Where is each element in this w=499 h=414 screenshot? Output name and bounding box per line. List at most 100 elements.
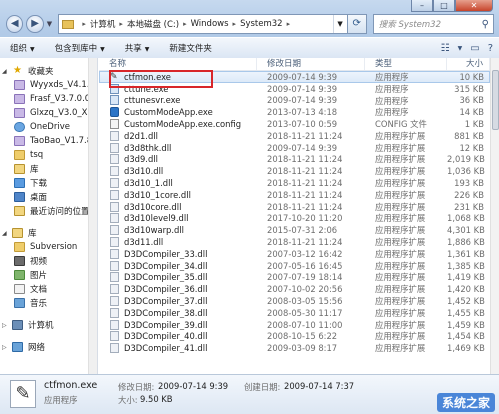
file-name-cell[interactable]: D3DCompiler_39.dll xyxy=(99,319,257,330)
sidebar-item-tsq[interactable]: tsq xyxy=(0,148,97,162)
file-row[interactable]: d3d8thk.dll 2009-07-14 9:39 应用程序扩展 12 KB xyxy=(99,142,490,154)
column-header-size[interactable]: 大小 xyxy=(447,58,490,70)
refresh-button[interactable]: ⟳ xyxy=(347,14,367,34)
column-header-type[interactable]: 类型 xyxy=(365,58,447,70)
file-name-cell[interactable]: D3DCompiler_33.dll xyxy=(99,248,257,259)
sidebar-item-frasf[interactable]: Frasf_V3.7.0.0_X xyxy=(0,92,97,106)
file-row[interactable]: CustomModeApp.exe 2013-07-13 4:18 应用程序 14 K… xyxy=(99,106,490,118)
share-menu[interactable]: 共享 ▼ xyxy=(115,42,160,54)
file-name-cell[interactable]: CustomModeApp.exe.config xyxy=(99,119,257,130)
breadcrumb-computer[interactable]: 计算机 xyxy=(90,18,116,30)
file-name-cell[interactable]: D3DCompiler_36.dll xyxy=(99,284,257,295)
file-row[interactable]: d3d10_1core.dll 2018-11-21 11:24 应用程序扩展 226… xyxy=(99,189,490,201)
file-name-cell[interactable]: d3d10level9.dll xyxy=(99,213,257,224)
sidebar-computer[interactable]: ▷ 计算机 xyxy=(0,318,97,332)
file-name-cell[interactable]: d3d10_1.dll xyxy=(99,178,257,189)
close-button[interactable]: ✕ xyxy=(455,0,493,12)
sidebar-item-taobao[interactable]: TaoBao_V1.7.8. xyxy=(0,134,97,148)
help-icon[interactable]: ? xyxy=(488,43,493,54)
file-row[interactable]: D3DCompiler_33.dll 2007-03-12 16:42 应用程序扩展… xyxy=(99,248,490,260)
sidebar-network[interactable]: ▷ 网络 xyxy=(0,340,97,354)
address-history-dropdown[interactable]: ▼ xyxy=(332,15,347,33)
file-name-cell[interactable]: CustomModeApp.exe xyxy=(99,107,257,118)
file-row[interactable]: d3d10core.dll 2018-11-21 11:24 应用程序扩展 231 K… xyxy=(99,201,490,213)
file-name-cell[interactable]: D3DCompiler_41.dll xyxy=(99,343,257,354)
file-name-cell[interactable]: d3d10.dll xyxy=(99,166,257,177)
file-row[interactable]: D3DCompiler_40.dll 2008-10-15 6:22 应用程序扩展 1… xyxy=(99,331,490,343)
file-row[interactable]: cttune.exe 2009-07-14 9:39 应用程序 315 KB xyxy=(99,83,490,95)
file-row[interactable]: cttunesvr.exe 2009-07-14 9:39 应用程序 36 KB xyxy=(99,95,490,107)
file-name-cell[interactable]: d3d8thk.dll xyxy=(99,142,257,153)
sidebar-item-wyyxds[interactable]: Wyyxds_V4.1.1. xyxy=(0,78,97,92)
file-name-cell[interactable]: ✎ ctfmon.exe xyxy=(99,72,257,82)
sidebar-item-downloads[interactable]: 下载 xyxy=(0,176,97,190)
file-row[interactable]: d3d10warp.dll 2015-07-31 2:06 应用程序扩展 4,301 … xyxy=(99,224,490,236)
expand-arrow-icon[interactable]: ▷ xyxy=(2,322,12,329)
file-row[interactable]: d3d10_1.dll 2018-11-21 11:24 应用程序扩展 193 KB xyxy=(99,177,490,189)
file-row[interactable]: d3d11.dll 2018-11-21 11:24 应用程序扩展 1,886 KB xyxy=(99,236,490,248)
sidebar-scrollbar[interactable] xyxy=(88,58,97,374)
preview-pane-icon[interactable]: ▭ xyxy=(470,43,479,54)
sidebar-item-library-shortcut[interactable]: 库 xyxy=(0,162,97,176)
sidebar-item-subversion[interactable]: Subversion xyxy=(0,240,97,254)
file-row[interactable]: D3DCompiler_38.dll 2008-05-30 11:17 应用程序扩展… xyxy=(99,307,490,319)
file-row[interactable]: d2d1.dll 2018-11-21 11:24 应用程序扩展 881 KB xyxy=(99,130,490,142)
view-dropdown-icon[interactable]: ▼ xyxy=(458,45,463,52)
organize-menu[interactable]: 组织 ▼ xyxy=(0,42,45,54)
sidebar-item-music[interactable]: 音乐 xyxy=(0,296,97,310)
file-name-cell[interactable]: D3DCompiler_35.dll xyxy=(99,272,257,283)
file-name-cell[interactable]: d3d11.dll xyxy=(99,237,257,248)
sidebar-item-videos[interactable]: 视频 xyxy=(0,254,97,268)
file-row[interactable]: d3d10.dll 2018-11-21 11:24 应用程序扩展 1,036 KB xyxy=(99,165,490,177)
file-row[interactable]: D3DCompiler_39.dll 2008-07-10 11:00 应用程序扩展… xyxy=(99,319,490,331)
expand-arrow-icon[interactable]: ▷ xyxy=(2,344,12,351)
file-name-cell[interactable]: d3d10core.dll xyxy=(99,201,257,212)
new-folder-button[interactable]: 新建文件夹 xyxy=(159,42,222,54)
sidebar-item-onedrive[interactable]: OneDrive xyxy=(0,120,97,134)
file-list-scrollbar[interactable] xyxy=(490,58,499,374)
forward-button[interactable]: ▶ xyxy=(26,15,44,33)
file-row[interactable]: ✎ ctfmon.exe 2009-07-14 9:39 应用程序 10 KB xyxy=(99,71,490,83)
sidebar-item-documents[interactable]: 文档 xyxy=(0,282,97,296)
column-header-date[interactable]: 修改日期 xyxy=(257,58,365,70)
sidebar-favorites[interactable]: ◢ ★ 收藏夹 xyxy=(0,64,97,78)
file-row[interactable]: d3d9.dll 2018-11-21 11:24 应用程序扩展 2,019 KB xyxy=(99,154,490,166)
sidebar-item-pictures[interactable]: 图片 xyxy=(0,268,97,282)
include-in-library-menu[interactable]: 包含到库中 ▼ xyxy=(45,42,115,54)
sidebar-libraries[interactable]: ◢ 库 xyxy=(0,226,97,240)
search-input[interactable]: 搜索 System32 ⚲ xyxy=(372,14,494,34)
breadcrumb-windows[interactable]: Windows xyxy=(191,19,229,29)
scrollbar-thumb[interactable] xyxy=(492,70,499,130)
back-button[interactable]: ◀ xyxy=(6,15,24,33)
breadcrumb-local-disk[interactable]: 本地磁盘 (C:) xyxy=(127,18,179,30)
sidebar-item-recent-places[interactable]: 最近访问的位置 xyxy=(0,204,97,218)
minimize-button[interactable]: – xyxy=(411,0,433,12)
file-name-cell[interactable]: D3DCompiler_40.dll xyxy=(99,331,257,342)
file-name-cell[interactable]: d2d1.dll xyxy=(99,130,257,141)
search-icon[interactable]: ⚲ xyxy=(482,19,489,30)
sidebar-item-glxzq[interactable]: Glxzq_V3.0_XiTo xyxy=(0,106,97,120)
file-row[interactable]: D3DCompiler_36.dll 2007-10-02 20:56 应用程序扩展… xyxy=(99,283,490,295)
file-name-cell[interactable]: d3d9.dll xyxy=(99,154,257,165)
file-name-cell[interactable]: D3DCompiler_38.dll xyxy=(99,307,257,318)
maximize-button[interactable]: □ xyxy=(433,0,455,12)
expand-arrow-icon[interactable]: ◢ xyxy=(2,68,12,75)
file-row[interactable]: CustomModeApp.exe.config 2013-07-10 0:59 C… xyxy=(99,118,490,130)
address-bar[interactable]: ▸ 计算机 ▸ 本地磁盘 (C:) ▸ Windows ▸ System32 ▸… xyxy=(58,14,348,34)
file-row[interactable]: d3d10level9.dll 2017-10-20 11:20 应用程序扩展 1,0… xyxy=(99,213,490,225)
expand-arrow-icon[interactable]: ◢ xyxy=(2,230,12,237)
file-row[interactable]: D3DCompiler_34.dll 2007-05-16 16:45 应用程序扩展… xyxy=(99,260,490,272)
file-name-cell[interactable]: d3d10_1core.dll xyxy=(99,189,257,200)
sidebar-item-desktop[interactable]: 桌面 xyxy=(0,190,97,204)
recent-pages-dropdown[interactable]: ▼ xyxy=(47,20,55,28)
file-name-cell[interactable]: D3DCompiler_34.dll xyxy=(99,260,257,271)
breadcrumb-system32[interactable]: System32 xyxy=(240,19,283,29)
file-name-cell[interactable]: cttunesvr.exe xyxy=(99,95,257,106)
file-row[interactable]: D3DCompiler_37.dll 2008-03-05 15:56 应用程序扩展… xyxy=(99,295,490,307)
view-options-icon[interactable]: ☷ xyxy=(441,43,450,54)
file-name-cell[interactable]: d3d10warp.dll xyxy=(99,225,257,236)
file-row[interactable]: D3DCompiler_35.dll 2007-07-19 18:14 应用程序扩展… xyxy=(99,272,490,284)
file-row[interactable]: D3DCompiler_41.dll 2009-03-09 8:17 应用程序扩展 1… xyxy=(99,342,490,354)
column-header-name[interactable]: 名称 xyxy=(99,58,257,70)
file-name-cell[interactable]: cttune.exe xyxy=(99,83,257,94)
